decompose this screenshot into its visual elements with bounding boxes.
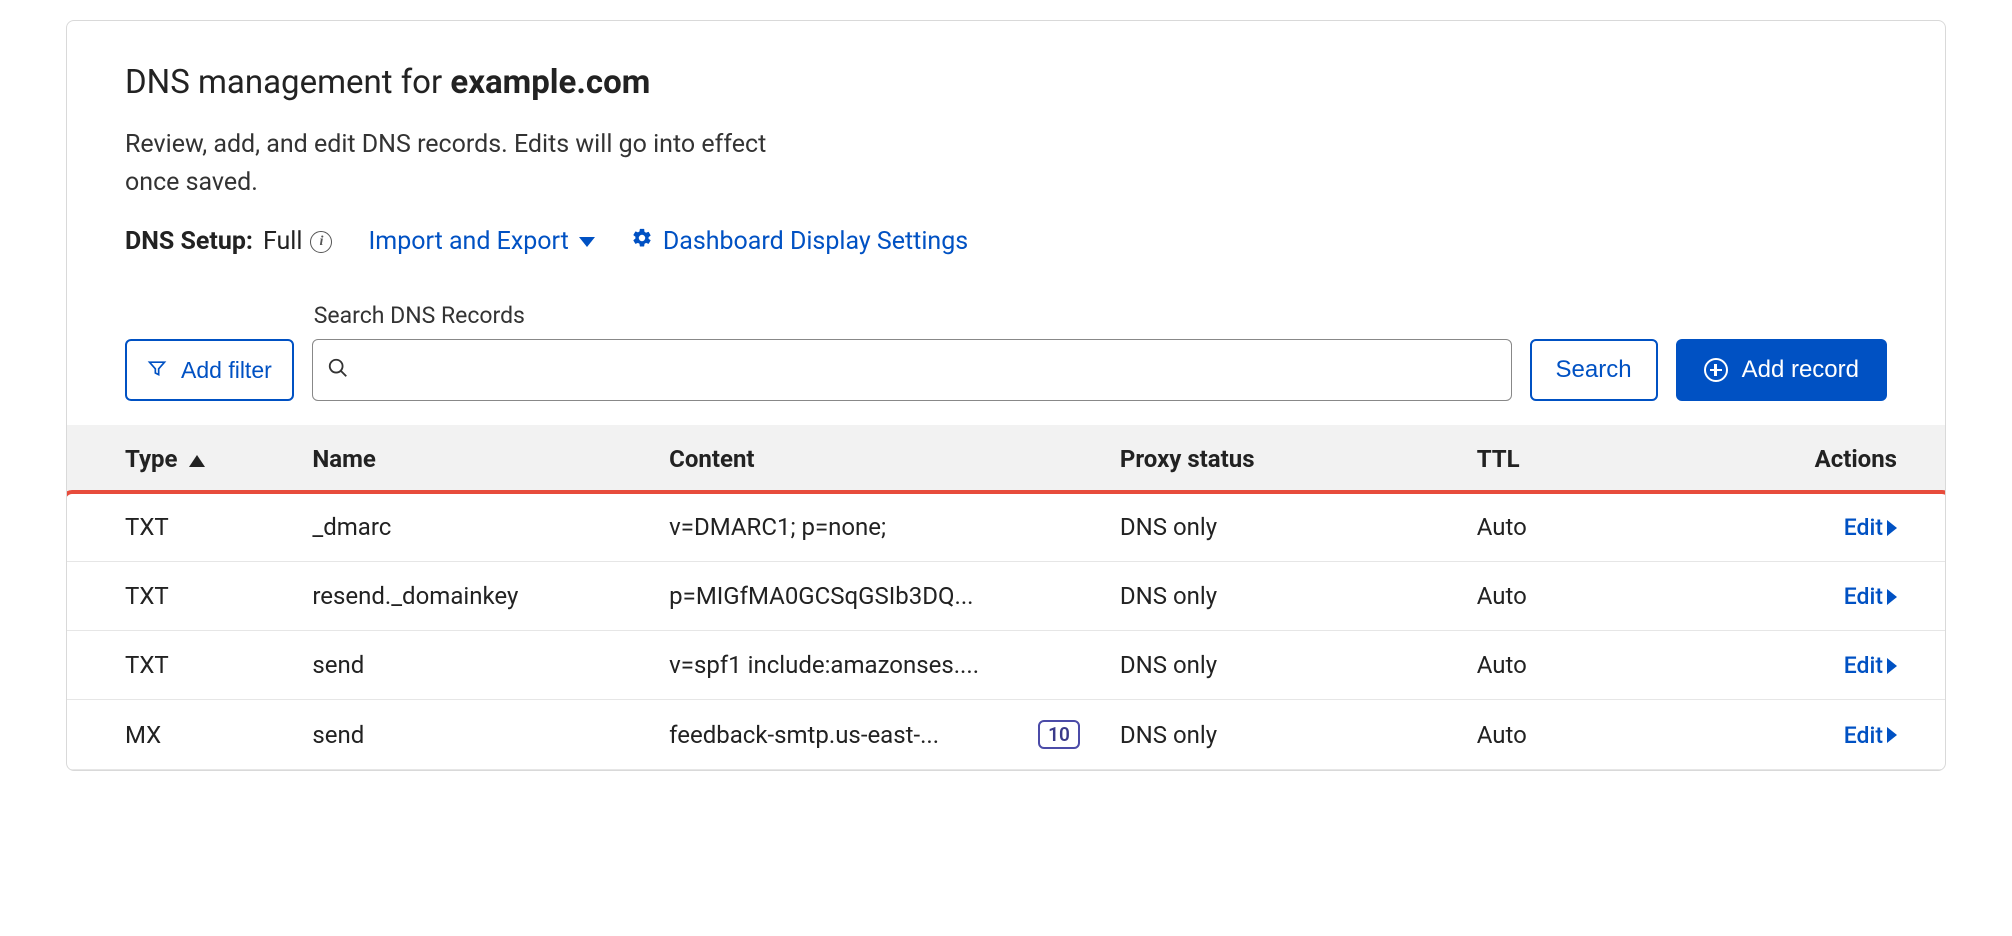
cell-ttl: Auto	[1457, 700, 1682, 770]
edit-button[interactable]: Edit	[1844, 583, 1897, 610]
cell-type: TXT	[67, 562, 292, 631]
display-settings-button[interactable]: Dashboard Display Settings	[631, 227, 968, 256]
cell-proxy: DNS only	[1100, 493, 1457, 562]
cell-name: resend._domainkey	[292, 562, 649, 631]
records-table: Type Name Content Proxy status TTL Actio…	[67, 425, 1945, 770]
table-row[interactable]: MXsendfeedback-smtp.us-east-...10DNS onl…	[67, 700, 1945, 770]
info-icon[interactable]: i	[310, 231, 332, 253]
cell-actions: Edit	[1682, 631, 1945, 700]
chevron-right-icon	[1887, 658, 1897, 674]
add-filter-button[interactable]: Add filter	[125, 339, 294, 401]
col-header-name[interactable]: Name	[292, 425, 649, 493]
sort-asc-icon	[189, 455, 205, 467]
edit-button[interactable]: Edit	[1844, 652, 1897, 679]
table-row[interactable]: TXTsendv=spf1 include:amazonses....DNS o…	[67, 631, 1945, 700]
dns-setup-label: DNS Setup:	[125, 227, 253, 256]
page-subtitle: Review, add, and edit DNS records. Edits…	[125, 126, 795, 201]
cell-ttl: Auto	[1457, 631, 1682, 700]
setup-row: DNS Setup: Full i Import and Export Dash…	[125, 227, 1887, 256]
cell-name: _dmarc	[292, 493, 649, 562]
search-icon	[327, 357, 349, 384]
col-header-proxy[interactable]: Proxy status	[1100, 425, 1457, 493]
cell-type: TXT	[67, 493, 292, 562]
filter-icon	[147, 357, 167, 384]
cell-name: send	[292, 700, 649, 770]
cell-content: p=MIGfMA0GCSqGSIb3DQ...	[649, 562, 1100, 631]
cell-ttl: Auto	[1457, 562, 1682, 631]
title-prefix: DNS management for	[125, 63, 450, 102]
cell-proxy: DNS only	[1100, 700, 1457, 770]
search-input[interactable]	[359, 340, 1497, 400]
col-header-actions: Actions	[1682, 425, 1945, 493]
search-label: Search DNS Records	[314, 302, 1512, 329]
add-record-button[interactable]: Add record	[1676, 339, 1887, 401]
page-title: DNS management for example.com	[125, 63, 1887, 102]
table-header-row: Type Name Content Proxy status TTL Actio…	[67, 425, 1945, 493]
chevron-down-icon	[579, 237, 595, 247]
cell-type: MX	[67, 700, 292, 770]
import-export-button[interactable]: Import and Export	[368, 227, 594, 256]
priority-badge: 10	[1038, 720, 1080, 749]
table-row[interactable]: TXTresend._domainkeyp=MIGfMA0GCSqGSIb3DQ…	[67, 562, 1945, 631]
col-header-content[interactable]: Content	[649, 425, 1100, 493]
cell-actions: Edit	[1682, 562, 1945, 631]
table-row[interactable]: TXT_dmarcv=DMARC1; p=none;DNS onlyAuto Ed…	[67, 493, 1945, 562]
chevron-right-icon	[1887, 589, 1897, 605]
search-button[interactable]: Search	[1530, 339, 1658, 401]
cell-actions: Edit	[1682, 700, 1945, 770]
cell-name: send	[292, 631, 649, 700]
edit-button[interactable]: Edit	[1844, 722, 1897, 749]
dns-panel: DNS management for example.com Review, a…	[66, 20, 1946, 771]
dns-setup-value: Full i	[263, 227, 333, 256]
cell-type: TXT	[67, 631, 292, 700]
cell-content: feedback-smtp.us-east-...10	[649, 700, 1100, 770]
cell-proxy: DNS only	[1100, 631, 1457, 700]
panel-header: DNS management for example.com Review, a…	[67, 21, 1945, 276]
search-section: Add filter Search DNS Records Search Add…	[67, 276, 1945, 425]
cell-proxy: DNS only	[1100, 562, 1457, 631]
cell-ttl: Auto	[1457, 493, 1682, 562]
search-group: Search DNS Records	[312, 302, 1512, 401]
plus-icon	[1704, 358, 1728, 382]
chevron-right-icon	[1887, 727, 1897, 743]
cell-actions: Edit	[1682, 493, 1945, 562]
cell-content: v=DMARC1; p=none;	[649, 493, 1100, 562]
col-header-ttl[interactable]: TTL	[1457, 425, 1682, 493]
gear-icon	[631, 227, 653, 256]
cell-content: v=spf1 include:amazonses....	[649, 631, 1100, 700]
records-table-wrap: Type Name Content Proxy status TTL Actio…	[67, 425, 1945, 770]
search-input-wrap[interactable]	[312, 339, 1512, 401]
col-header-type[interactable]: Type	[67, 425, 292, 493]
title-domain: example.com	[450, 63, 650, 102]
edit-button[interactable]: Edit	[1844, 514, 1897, 541]
chevron-right-icon	[1887, 520, 1897, 536]
